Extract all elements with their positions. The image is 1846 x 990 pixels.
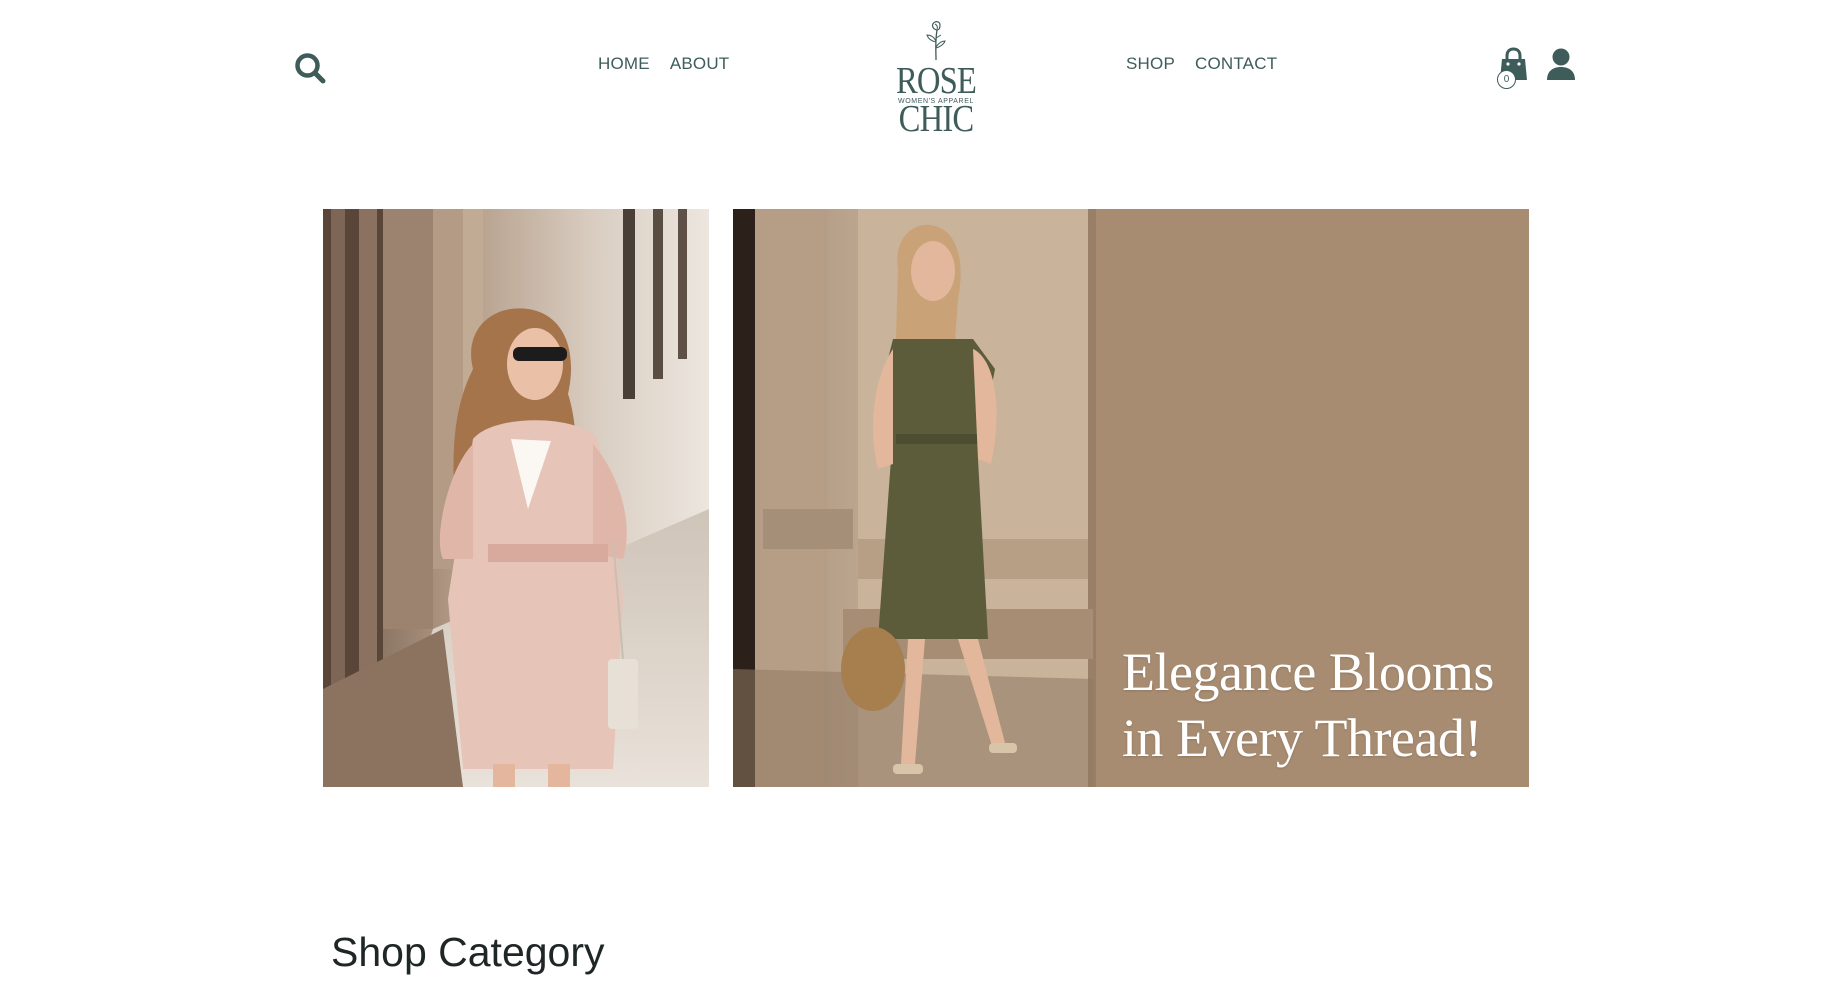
- hero-tagline-line-1: Elegance Blooms: [1122, 642, 1494, 702]
- shop-category-heading: Shop Category: [331, 929, 605, 975]
- page: HOME ABOUT ROSE CHIC WOMEN'S APPAREL SHO…: [0, 0, 1846, 990]
- hero-tagline: Elegance Blooms in Every Thread!: [1122, 639, 1512, 771]
- primary-nav-right: SHOP CONTACT: [1126, 54, 1277, 74]
- cart-count-badge: 0: [1497, 70, 1516, 89]
- cart-button[interactable]: 0: [1497, 46, 1531, 90]
- hero-image-right: Elegance Blooms in Every Thread!: [733, 209, 1529, 787]
- nav-contact-link[interactable]: CONTACT: [1195, 54, 1277, 74]
- search-icon[interactable]: [294, 52, 326, 86]
- hero-tagline-line-2: in Every Thread!: [1122, 708, 1482, 768]
- hero-image-left: [323, 209, 709, 787]
- woman-pink-coat-photo: [323, 209, 709, 787]
- logo-tagline: WOMEN'S APPAREL: [898, 98, 974, 105]
- rose-logo-icon: [926, 21, 946, 61]
- nav-home-link[interactable]: HOME: [598, 54, 650, 74]
- site-header: HOME ABOUT ROSE CHIC WOMEN'S APPAREL SHO…: [0, 0, 1846, 140]
- user-icon[interactable]: [1546, 48, 1576, 82]
- nav-about-link[interactable]: ABOUT: [670, 54, 730, 74]
- site-logo[interactable]: ROSE CHIC WOMEN'S APPAREL: [856, 20, 1016, 138]
- primary-nav-left: HOME ABOUT: [598, 54, 729, 74]
- nav-shop-link[interactable]: SHOP: [1126, 54, 1175, 74]
